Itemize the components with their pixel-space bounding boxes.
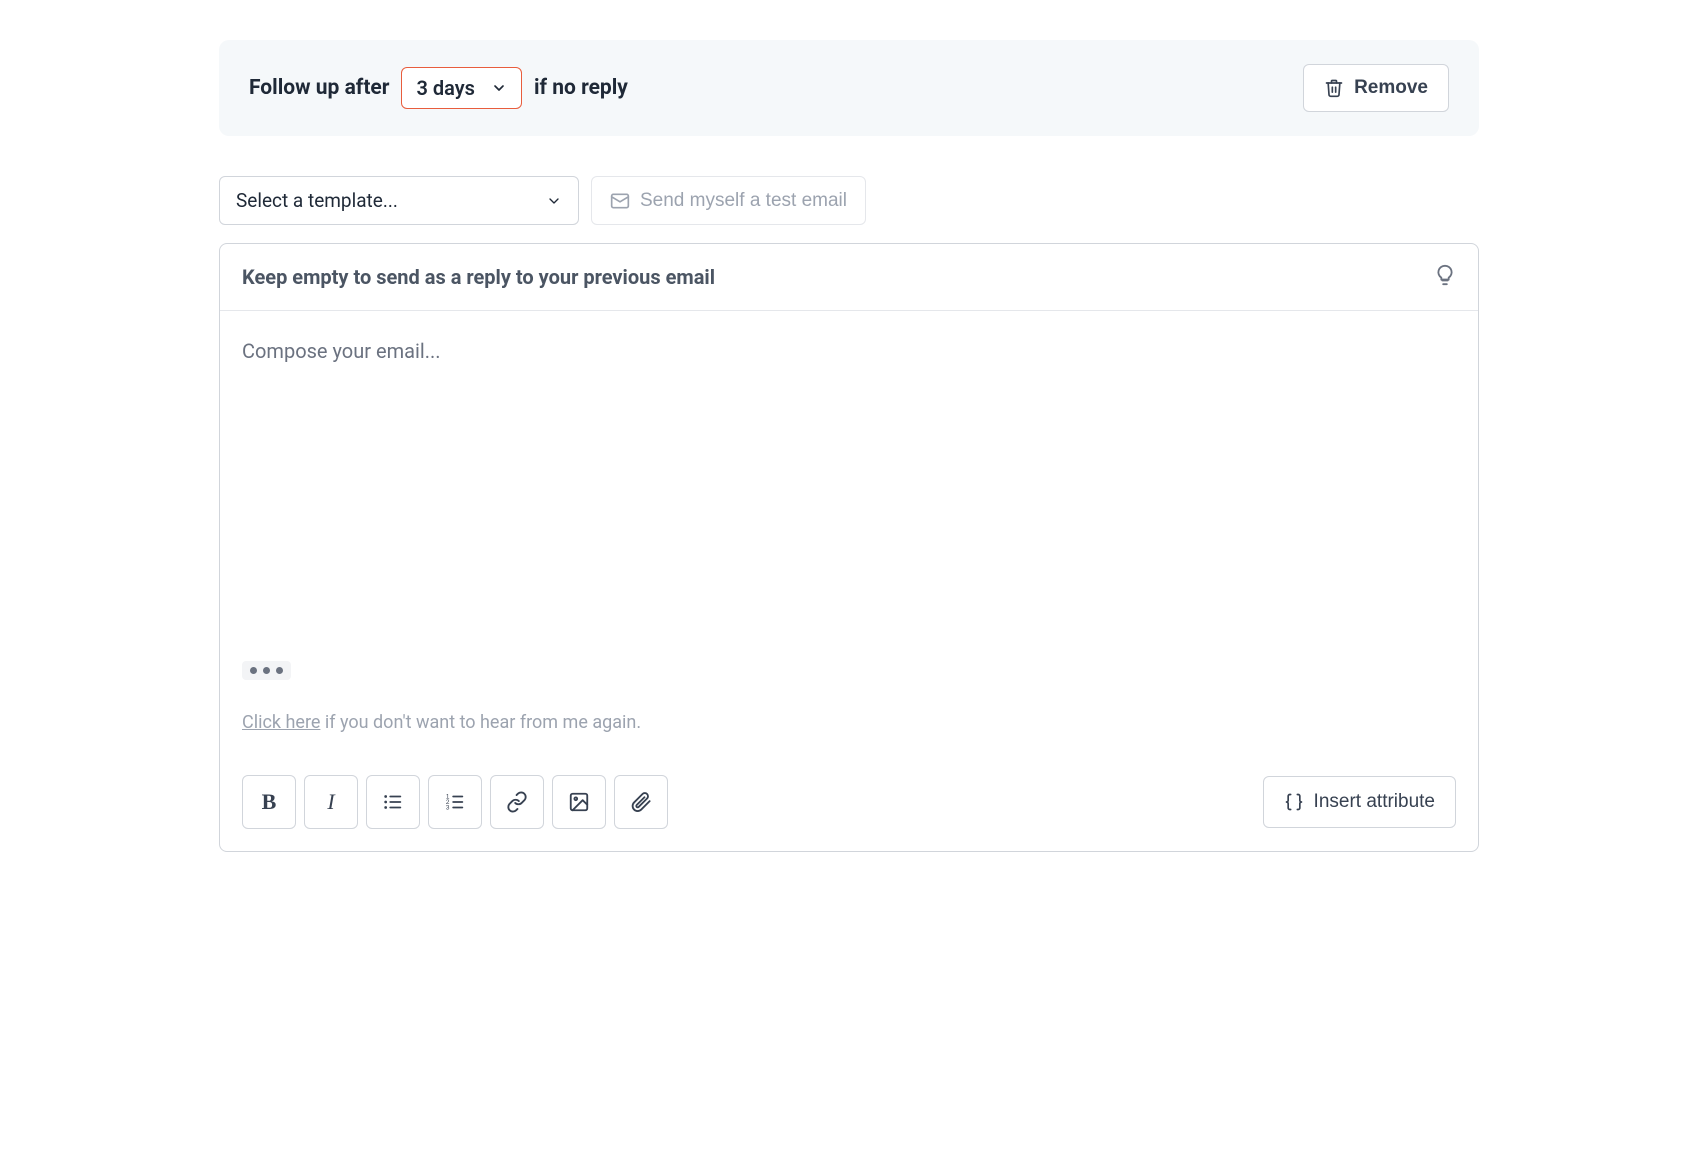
italic-button[interactable]: I [304, 775, 358, 829]
numbered-list-icon: 123 [444, 791, 466, 813]
bullet-list-button[interactable] [366, 775, 420, 829]
trash-icon [1324, 78, 1344, 98]
remove-label: Remove [1354, 77, 1428, 99]
mail-icon [610, 191, 630, 211]
chevron-down-icon [491, 80, 507, 96]
svg-text:3: 3 [446, 804, 450, 811]
followup-bar: Follow up after 3 days if no reply Remov… [219, 40, 1479, 136]
italic-icon: I [327, 789, 334, 815]
test-email-label: Send myself a test email [640, 190, 847, 212]
chevron-down-icon [546, 193, 562, 209]
unsubscribe-line: Click here if you don't want to hear fro… [220, 690, 1478, 761]
link-button[interactable] [490, 775, 544, 829]
template-placeholder: Select a template... [236, 189, 398, 212]
insert-attribute-button[interactable]: Insert attribute [1263, 776, 1456, 828]
bold-button[interactable]: B [242, 775, 296, 829]
send-test-email-button[interactable]: Send myself a test email [591, 176, 866, 225]
lightbulb-icon [1434, 264, 1456, 286]
thread-toggle[interactable] [242, 661, 291, 680]
template-select[interactable]: Select a template... [219, 176, 579, 225]
insert-attribute-label: Insert attribute [1314, 791, 1435, 813]
dot-icon [263, 667, 270, 674]
numbered-list-button[interactable]: 123 [428, 775, 482, 829]
remove-button[interactable]: Remove [1303, 64, 1449, 112]
unsubscribe-link[interactable]: Click here [242, 712, 320, 733]
compose-placeholder: Compose your email... [242, 339, 441, 363]
subject-input[interactable]: Keep empty to send as a reply to your pr… [242, 265, 715, 289]
braces-icon [1284, 792, 1304, 812]
editor-toolbar: B I 123 [220, 761, 1478, 851]
followup-prefix: Follow up after [249, 76, 389, 100]
delay-select[interactable]: 3 days [401, 67, 521, 109]
image-icon [568, 791, 590, 813]
dot-icon [250, 667, 257, 674]
unsubscribe-rest: if you don't want to hear from me again. [320, 712, 641, 733]
bullet-list-icon [382, 791, 404, 813]
toolbar-left: B I 123 [242, 775, 668, 829]
bold-icon: B [262, 789, 277, 815]
link-icon [506, 791, 528, 813]
editor-panel: Keep empty to send as a reply to your pr… [219, 243, 1479, 852]
subject-row: Keep empty to send as a reply to your pr… [220, 244, 1478, 311]
controls-row: Select a template... Send myself a test … [219, 176, 1479, 225]
suggestions-button[interactable] [1434, 264, 1456, 290]
followup-suffix: if no reply [534, 76, 628, 100]
attachment-button[interactable] [614, 775, 668, 829]
dot-icon [276, 667, 283, 674]
followup-text: Follow up after 3 days if no reply [249, 67, 628, 109]
delay-value: 3 days [416, 76, 474, 100]
image-button[interactable] [552, 775, 606, 829]
paperclip-icon [630, 791, 652, 813]
compose-body[interactable]: Compose your email... [220, 311, 1478, 651]
